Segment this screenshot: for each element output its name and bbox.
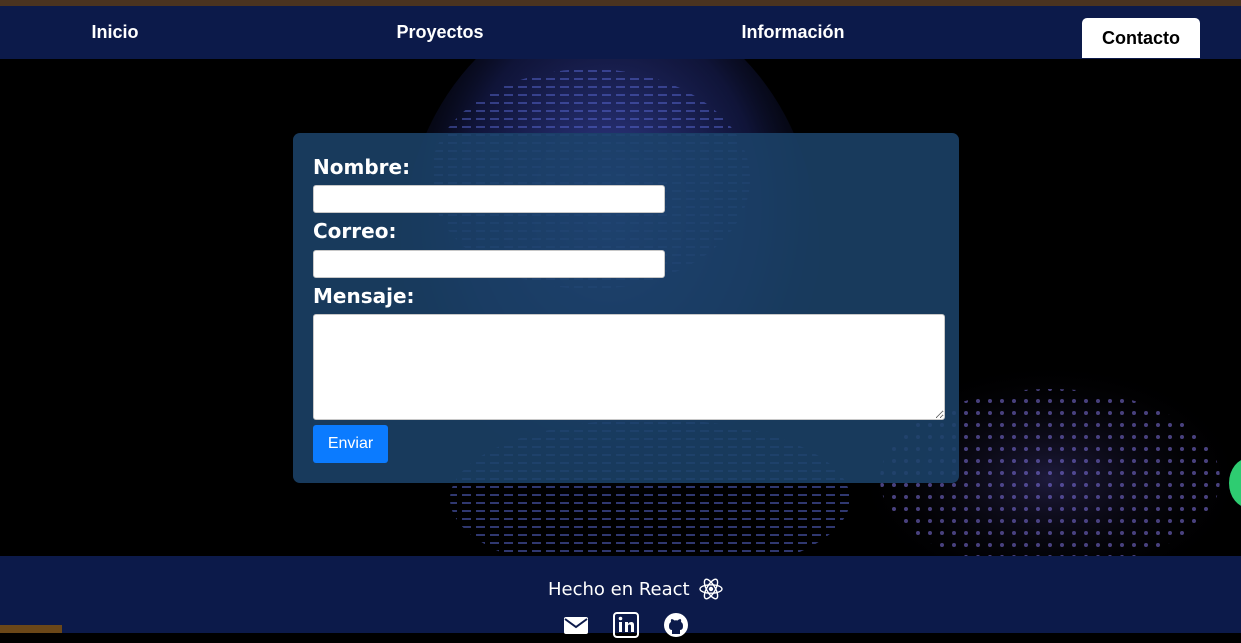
nav-link-informacion[interactable]: Información [728,6,858,59]
email-input[interactable] [313,250,665,278]
main-navbar: Inicio Proyectos Información Contacto [0,6,1241,59]
footer-credit: Hecho en React [548,576,724,602]
nav-link-inicio[interactable]: Inicio [65,6,165,59]
name-label: Nombre: [313,155,411,179]
corner-tag [0,625,62,633]
contact-form: Nombre: Correo: Mensaje: Enviar [293,133,959,483]
message-label: Mensaje: [313,284,415,308]
message-textarea[interactable] [313,314,945,420]
nav-link-contacto[interactable]: Contacto [1082,18,1200,58]
name-input[interactable] [313,185,665,213]
submit-button[interactable]: Enviar [313,425,388,463]
social-icons [563,612,689,638]
email-label: Correo: [313,219,397,243]
envelope-icon[interactable] [563,612,589,638]
github-icon[interactable] [663,612,689,638]
nav-link-proyectos[interactable]: Proyectos [384,6,496,59]
linkedin-icon[interactable] [613,612,639,638]
made-with-text: Hecho en React [548,578,690,600]
react-atom-icon [698,578,723,600]
page-footer: Hecho en React [0,556,1241,638]
